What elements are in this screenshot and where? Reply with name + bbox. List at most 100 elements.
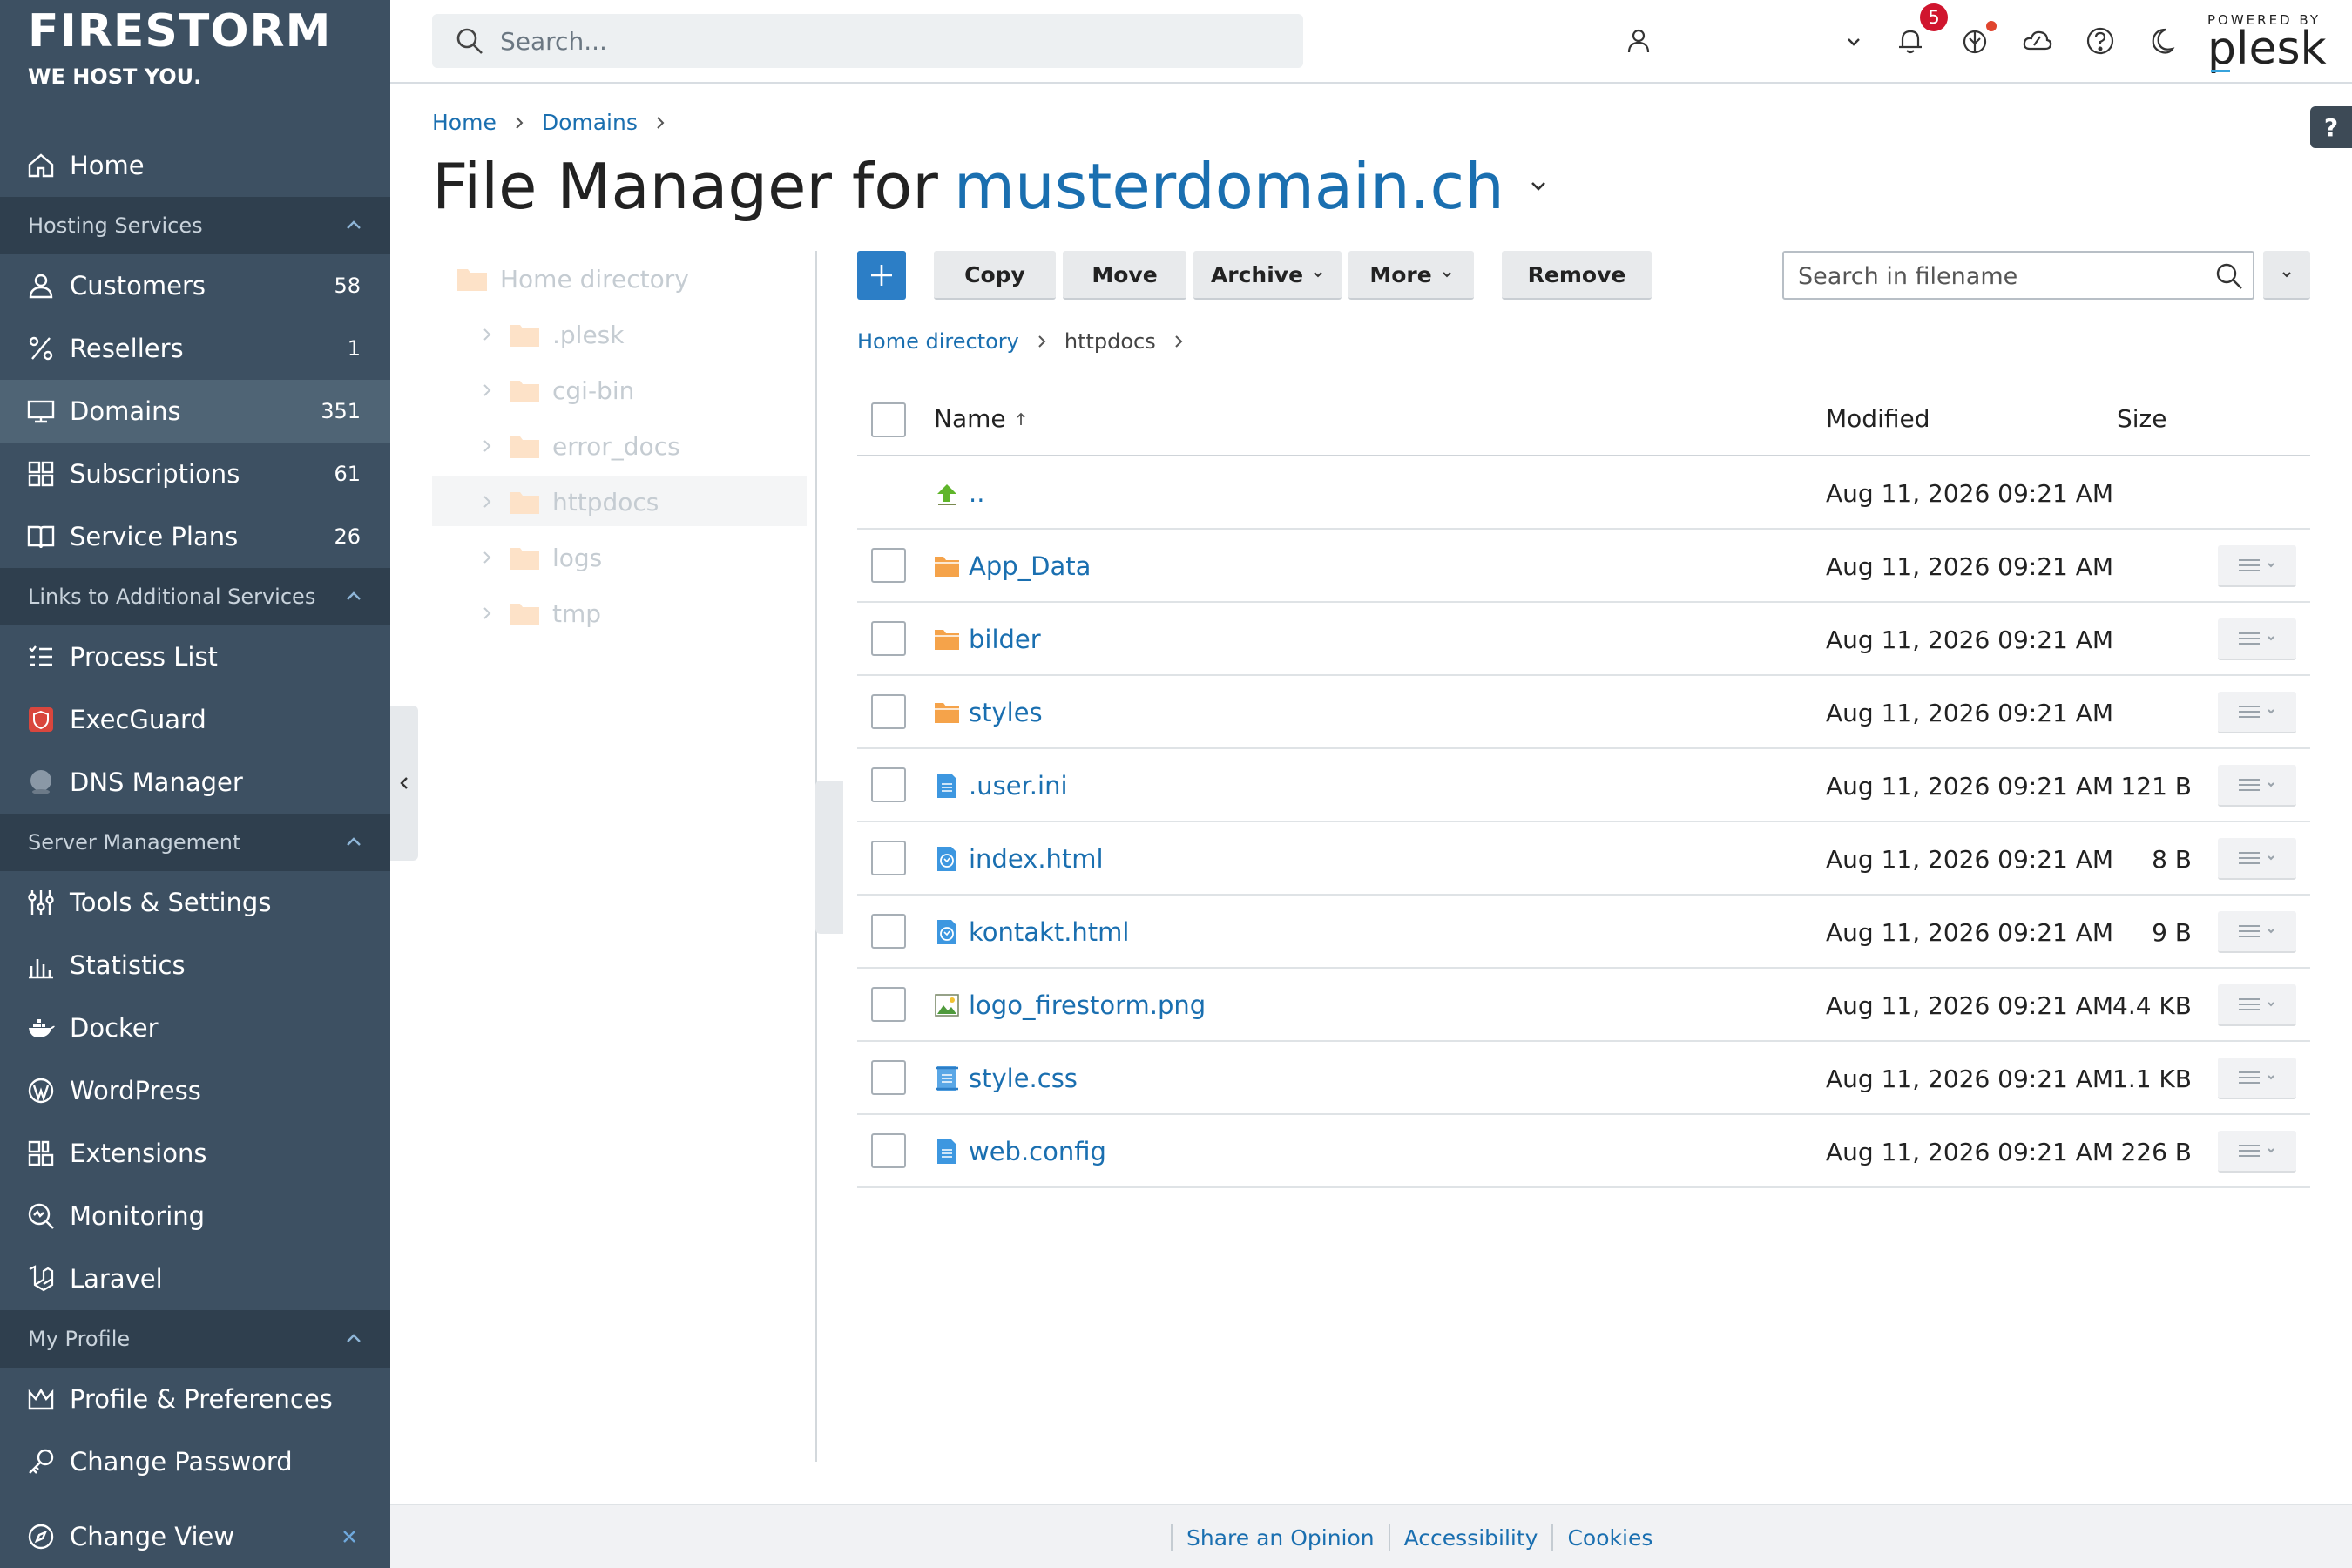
chevron-down-icon[interactable] bbox=[1527, 175, 1550, 198]
accessibility-link[interactable]: Accessibility bbox=[1404, 1525, 1538, 1551]
row-actions-menu[interactable] bbox=[2218, 692, 2296, 733]
global-search[interactable] bbox=[432, 14, 1303, 68]
row-checkbox[interactable] bbox=[871, 548, 906, 583]
row-checkbox[interactable] bbox=[871, 841, 906, 875]
tree-item-cgi-bin[interactable]: cgi-bin bbox=[479, 366, 634, 415]
sidebar-item-laravel[interactable]: Laravel bbox=[0, 1247, 390, 1310]
moon-icon[interactable] bbox=[2146, 24, 2180, 57]
user-icon[interactable] bbox=[1622, 24, 1655, 57]
search-icon[interactable] bbox=[2214, 261, 2244, 291]
chevron-right-icon[interactable] bbox=[479, 605, 495, 621]
table-row-parent[interactable]: .. Aug 11, 2026 09:21 AM bbox=[857, 456, 2310, 530]
table-row[interactable]: bilder Aug 11, 2026 09:21 AM bbox=[857, 603, 2310, 676]
file-name-link[interactable]: kontakt.html bbox=[969, 917, 1129, 947]
notification-bell-icon[interactable] bbox=[1894, 24, 1927, 57]
sidebar-item-statistics[interactable]: Statistics bbox=[0, 934, 390, 997]
sidebar-item-change-password[interactable]: Change Password bbox=[0, 1430, 390, 1493]
sidebar-item-domains[interactable]: Domains 351 bbox=[0, 380, 390, 443]
row-actions-menu[interactable] bbox=[2218, 984, 2296, 1026]
row-actions-menu[interactable] bbox=[2218, 618, 2296, 660]
row-checkbox[interactable] bbox=[871, 694, 906, 729]
file-name-link[interactable]: styles bbox=[969, 698, 1043, 727]
sidebar-item-docker[interactable]: Docker bbox=[0, 997, 390, 1059]
row-checkbox[interactable] bbox=[871, 1133, 906, 1168]
tree-item-home-directory[interactable]: Home directory bbox=[456, 254, 689, 303]
file-name-link[interactable]: web.config bbox=[969, 1137, 1106, 1166]
copy-button[interactable]: Copy bbox=[934, 251, 1056, 300]
breadcrumb-domains[interactable]: Domains bbox=[542, 110, 638, 135]
tree-item-tmp[interactable]: tmp bbox=[479, 589, 601, 638]
file-name-link[interactable]: index.html bbox=[969, 844, 1104, 874]
share-opinion-link[interactable]: Share an Opinion bbox=[1186, 1525, 1375, 1551]
sidebar-section-hosting[interactable]: Hosting Services bbox=[0, 197, 390, 254]
row-checkbox[interactable] bbox=[871, 621, 906, 656]
row-checkbox[interactable] bbox=[871, 914, 906, 949]
table-row[interactable]: index.html Aug 11, 2026 09:21 AM 8 B bbox=[857, 822, 2310, 896]
table-row[interactable]: web.config Aug 11, 2026 09:21 AM 226 B bbox=[857, 1115, 2310, 1188]
sidebar-item-monitoring[interactable]: Monitoring bbox=[0, 1185, 390, 1247]
chevron-right-icon[interactable] bbox=[479, 327, 495, 342]
table-row[interactable]: kontakt.html Aug 11, 2026 09:21 AM 9 B bbox=[857, 896, 2310, 969]
close-icon[interactable] bbox=[340, 1527, 359, 1546]
archive-dropdown-button[interactable]: Archive bbox=[1193, 251, 1342, 300]
page-help-button[interactable]: ? bbox=[2310, 106, 2352, 148]
file-name-link[interactable]: .. bbox=[969, 478, 984, 508]
tree-item-logs[interactable]: logs bbox=[479, 533, 602, 582]
add-button[interactable] bbox=[857, 251, 906, 300]
tree-resize-handle[interactable] bbox=[815, 781, 843, 934]
move-button[interactable]: Move bbox=[1063, 251, 1186, 300]
row-actions-menu[interactable] bbox=[2218, 1131, 2296, 1173]
chevron-down-icon[interactable] bbox=[1843, 31, 1864, 52]
page-title-domain[interactable]: musterdomain.ch bbox=[954, 150, 1504, 223]
sidebar-item-home[interactable]: Home bbox=[0, 134, 390, 197]
sidebar-item-dns-manager[interactable]: DNS Manager bbox=[0, 751, 390, 814]
sidebar-item-wordpress[interactable]: WordPress bbox=[0, 1059, 390, 1122]
row-checkbox[interactable] bbox=[871, 987, 906, 1022]
sidebar-item-profile-preferences[interactable]: Profile & Preferences bbox=[0, 1368, 390, 1430]
filename-search[interactable] bbox=[1782, 251, 2254, 300]
sidebar-item-customers[interactable]: Customers 58 bbox=[0, 254, 390, 317]
chevron-right-icon[interactable] bbox=[479, 382, 495, 398]
row-checkbox[interactable] bbox=[871, 1060, 906, 1095]
file-name-link[interactable]: bilder bbox=[969, 625, 1041, 654]
path-home-directory[interactable]: Home directory bbox=[857, 329, 1019, 354]
more-dropdown-button[interactable]: More bbox=[1348, 251, 1474, 300]
filename-search-input[interactable] bbox=[1798, 260, 2190, 293]
tree-item-plesk[interactable]: .plesk bbox=[479, 310, 624, 359]
table-row[interactable]: style.css Aug 11, 2026 09:21 AM 1.1 KB bbox=[857, 1042, 2310, 1115]
row-actions-menu[interactable] bbox=[2218, 1058, 2296, 1099]
row-actions-menu[interactable] bbox=[2218, 911, 2296, 953]
table-row[interactable]: logo_firestorm.png Aug 11, 2026 09:21 AM… bbox=[857, 969, 2310, 1042]
row-actions-menu[interactable] bbox=[2218, 838, 2296, 880]
row-checkbox[interactable] bbox=[871, 767, 906, 802]
table-row[interactable]: App_Data Aug 11, 2026 09:21 AM bbox=[857, 530, 2310, 603]
sidebar-item-process-list[interactable]: Process List bbox=[0, 625, 390, 688]
help-icon[interactable] bbox=[2084, 24, 2117, 57]
table-row[interactable]: .user.ini Aug 11, 2026 09:21 AM 121 B bbox=[857, 749, 2310, 822]
breadcrumb-home[interactable]: Home bbox=[432, 110, 497, 135]
sidebar-collapse-button[interactable] bbox=[390, 706, 418, 861]
tree-item-httpdocs[interactable]: httpdocs bbox=[479, 477, 659, 526]
chevron-right-icon[interactable] bbox=[479, 438, 495, 454]
file-name-link[interactable]: logo_firestorm.png bbox=[969, 990, 1206, 1020]
column-name-header[interactable]: Name bbox=[934, 404, 1027, 433]
table-row[interactable]: styles Aug 11, 2026 09:21 AM bbox=[857, 676, 2310, 749]
column-size-header[interactable]: Size bbox=[2117, 404, 2166, 433]
sidebar-item-service-plans[interactable]: Service Plans 26 bbox=[0, 505, 390, 568]
search-options-button[interactable] bbox=[2263, 251, 2310, 300]
column-modified-header[interactable]: Modified bbox=[1826, 404, 1930, 433]
row-actions-menu[interactable] bbox=[2218, 545, 2296, 587]
cloud-icon[interactable] bbox=[2021, 24, 2054, 57]
brand-logo[interactable]: FIRESTORM WE HOST YOU. bbox=[28, 9, 331, 89]
row-actions-menu[interactable] bbox=[2218, 765, 2296, 807]
sidebar-item-tools-settings[interactable]: Tools & Settings bbox=[0, 871, 390, 934]
change-view-button[interactable]: Change View bbox=[0, 1505, 390, 1568]
select-all-checkbox[interactable] bbox=[871, 402, 906, 437]
sidebar-item-resellers[interactable]: Resellers 1 bbox=[0, 317, 390, 380]
sidebar-section-profile[interactable]: My Profile bbox=[0, 1310, 390, 1368]
file-name-link[interactable]: .user.ini bbox=[969, 771, 1068, 801]
cookies-link[interactable]: Cookies bbox=[1567, 1525, 1652, 1551]
global-search-input[interactable] bbox=[500, 23, 1267, 59]
file-name-link[interactable]: App_Data bbox=[969, 551, 1091, 581]
sidebar-section-links[interactable]: Links to Additional Services bbox=[0, 568, 390, 625]
